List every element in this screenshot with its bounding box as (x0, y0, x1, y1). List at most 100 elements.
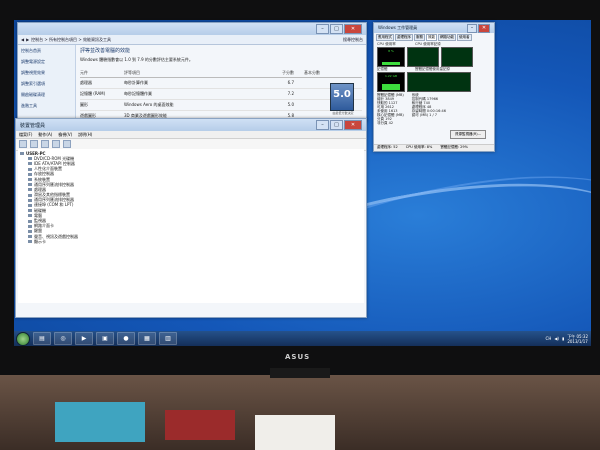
device-tree[interactable]: USER-PC DVD/CD-ROM 光碟機 IDE ATA/ATAPI 控制器… (18, 149, 364, 303)
tab-users[interactable]: 使用者 (457, 34, 472, 41)
stat-value: 1 / 7 (429, 113, 438, 117)
row-desc: Windows Aero 的桌面效能 (124, 102, 174, 107)
device-icon (28, 183, 32, 187)
menu-action[interactable]: 動作(A) (38, 132, 52, 138)
back-icon[interactable] (19, 140, 27, 148)
scan-icon[interactable] (63, 140, 71, 148)
sidebar-item-power[interactable]: 調整電源設定 (21, 59, 72, 65)
tab-services[interactable]: 服務 (414, 34, 425, 41)
properties-icon[interactable] (41, 140, 49, 148)
sidebar-item-cleanup[interactable]: 開啟磁碟清理 (21, 92, 72, 98)
device-icon (28, 188, 32, 192)
rating-row: 記憶體 (RAM) 每秒記憶體作業 7.2 (80, 89, 362, 100)
device-icon (28, 172, 32, 176)
sidebar: 控制台首頁 調整電源設定 調整視覺效果 調整索引選項 開啟磁碟清理 進階工具 (18, 45, 76, 121)
cpu-graphs: 8 % (374, 47, 494, 67)
minimize-button[interactable]: – (316, 24, 329, 34)
stat-row: 認可 (MB) 1 / 7 (412, 113, 446, 117)
header-component: 元件 (80, 70, 88, 75)
memory-meter-fill (382, 84, 400, 90)
browser-taskbar-icon[interactable]: ◎ (54, 332, 72, 345)
row-desc: 每秒計算作業 (124, 80, 148, 85)
mem-graphs: 1.22 GB (374, 72, 494, 92)
row-desc: 每秒記憶體作業 (124, 91, 152, 96)
header-desc: 評等項目 (124, 70, 140, 75)
row-component: 處理器 (80, 80, 92, 85)
app-taskbar-icon[interactable]: ▣ (96, 332, 114, 345)
start-button[interactable] (16, 331, 30, 346)
row-score: 6.7 (287, 80, 294, 85)
device-manager-taskbar-icon[interactable]: ▦ (138, 332, 156, 345)
performance-window[interactable]: – □ ✕ ◀ ▶ 控制台 > 所有控制台項目 > 效能資訊及工具 搜尋控制台 … (17, 22, 367, 133)
address-bar[interactable]: ◀ ▶ 控制台 > 所有控制台項目 > 效能資訊及工具 搜尋控制台 (18, 35, 366, 45)
sidebar-item-visual[interactable]: 調整視覺效果 (21, 70, 72, 76)
menu-view[interactable]: 檢視(V) (58, 132, 72, 138)
tab-performance[interactable]: 效能 (426, 34, 437, 41)
status-memory: 實體記憶體: 29% (440, 145, 468, 149)
clock[interactable]: 下午 05:32 2013/1/17 (567, 334, 588, 344)
row-component: 圖形 (80, 102, 88, 107)
row-score: 7.2 (287, 91, 294, 96)
menu-help[interactable]: 說明(H) (78, 132, 92, 138)
task-manager-window[interactable]: Windows 工作管理員 – ✕ 應用程式 處理程序 服務 效能 網路功能 使… (373, 22, 495, 152)
device-icon (28, 178, 32, 182)
performance-titlebar[interactable]: – □ ✕ (18, 23, 366, 35)
forward-icon[interactable] (30, 140, 38, 148)
row-score: 5.0 (287, 102, 294, 107)
tab-processes[interactable]: 處理程序 (395, 34, 413, 41)
minimize-button[interactable]: – (316, 120, 329, 130)
task-manager-taskbar-icon[interactable]: ▥ (159, 332, 177, 345)
device-icon (28, 203, 32, 207)
base-score-caption: 由最低分數決定 (332, 111, 354, 115)
close-button[interactable]: ✕ (344, 120, 362, 130)
header-base: 基本分數 (304, 70, 320, 75)
rating-row: 處理器 每秒計算作業 6.7 (80, 78, 362, 89)
media-taskbar-icon[interactable]: ▶ (75, 332, 93, 345)
search-input[interactable]: 搜尋控制台 (343, 37, 363, 43)
memory-graph (407, 72, 471, 92)
tab-applications[interactable]: 應用程式 (376, 34, 394, 41)
device-icon (28, 193, 32, 197)
tab-network[interactable]: 網路功能 (438, 34, 456, 41)
forward-icon[interactable]: ▶ (26, 37, 29, 42)
desk-object-box (55, 402, 145, 442)
menu-bar: 檔案(F) 動作(A) 檢視(V) 說明(H) (16, 131, 366, 139)
stat-label: 認可 (MB) (411, 113, 429, 117)
sidebar-item-home[interactable]: 控制台首頁 (21, 48, 72, 54)
explorer-taskbar-icon[interactable]: ▤ (33, 332, 51, 345)
stat-label: 非分頁 (377, 121, 388, 125)
memory-value: 1.22 GB (384, 74, 398, 78)
task-manager-titlebar[interactable]: Windows 工作管理員 – ✕ (374, 23, 494, 33)
device-manager-titlebar[interactable]: 裝置管理員 – □ ✕ (16, 119, 366, 131)
app-taskbar-icon-2[interactable]: ● (117, 332, 135, 345)
task-manager-title: Windows 工作管理員 (378, 25, 418, 30)
close-button[interactable]: ✕ (344, 24, 362, 34)
minimize-button[interactable]: – (467, 23, 477, 33)
address-path[interactable]: 控制台 > 所有控制台項目 > 效能資訊及工具 (31, 37, 111, 43)
status-cpu: CPU 使用率: 8% (405, 145, 433, 149)
rating-main: 評等並改善電腦的效能 Windows 體驗指數會以 1.0 到 7.9 的分數評… (80, 45, 362, 133)
help-icon[interactable] (52, 140, 60, 148)
maximize-button[interactable]: □ (330, 120, 343, 130)
menu-file[interactable]: 檔案(F) (19, 132, 32, 138)
device-manager-window[interactable]: 裝置管理員 – □ ✕ 檔案(F) 動作(A) 檢視(V) 說明(H) USER… (15, 118, 367, 318)
rating-header: 元件 評等項目 子分數 基本分數 (80, 69, 362, 78)
memory-meter: 1.22 GB (377, 72, 405, 92)
language-indicator[interactable]: CH (546, 336, 552, 341)
maximize-button[interactable]: □ (330, 24, 343, 34)
monitor-brand-logo: ASUS (285, 353, 311, 361)
back-icon[interactable]: ◀ (21, 37, 24, 42)
tree-item[interactable]: 顯示卡 (28, 239, 362, 244)
cpu-graph-1 (407, 47, 439, 67)
monitor-stand (270, 368, 330, 378)
system-stats: 系統 控制代碼 17966 執行緒 740 處理程序 48 存留時間 0:00:… (412, 93, 446, 125)
device-icon (28, 224, 32, 228)
volume-icon[interactable]: ◀) (554, 336, 559, 341)
computer-icon (20, 152, 24, 156)
sidebar-item-advanced[interactable]: 進階工具 (21, 103, 72, 109)
system-tray: CH ◀) ▮ 下午 05:32 2013/1/17 (546, 334, 591, 344)
resource-monitor-button[interactable]: 資源監視器(R)... (449, 130, 486, 139)
close-button[interactable]: ✕ (478, 23, 490, 33)
sidebar-item-index[interactable]: 調整索引選項 (21, 81, 72, 87)
network-icon[interactable]: ▮ (562, 336, 564, 341)
